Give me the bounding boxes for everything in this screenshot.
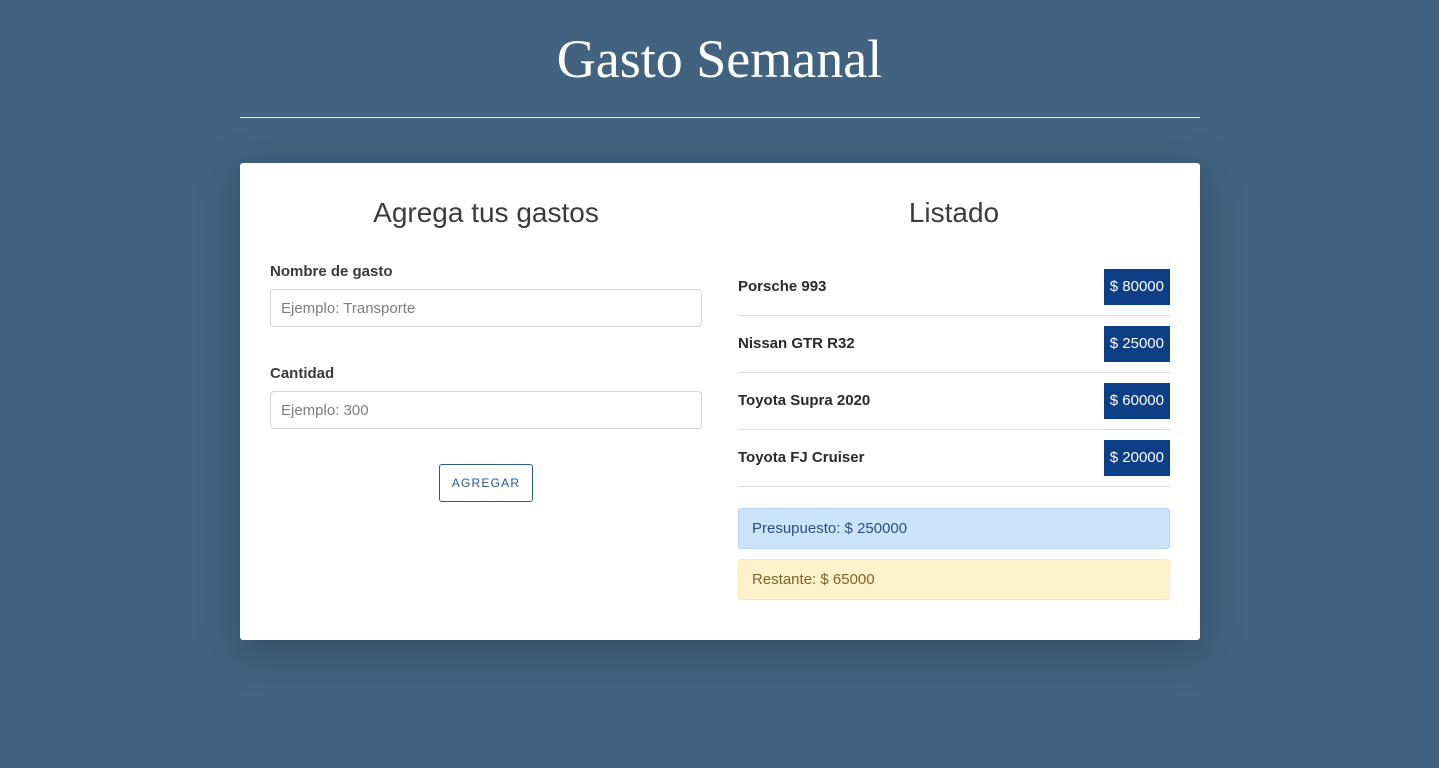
expense-amount-label: Cantidad bbox=[270, 365, 335, 382]
expense-item: Nissan GTR R32 $ 25000 bbox=[738, 316, 1170, 373]
expense-item-amount-badge: $ 80000 bbox=[1103, 269, 1170, 305]
expense-item-name: Toyota Supra 2020 bbox=[738, 392, 871, 409]
title-divider bbox=[240, 117, 1200, 118]
form-title: Agrega tus gastos bbox=[373, 197, 599, 228]
expense-item-amount-badge: $ 60000 bbox=[1103, 383, 1170, 419]
budget-alert: Presupuesto: $ 250000 bbox=[738, 508, 1170, 549]
expense-item: Toyota FJ Cruiser $ 20000 bbox=[738, 430, 1170, 487]
main-card: Agrega tus gastos Nombre de gasto Cantid… bbox=[240, 163, 1200, 640]
listing-title: Listado bbox=[908, 197, 1000, 228]
expense-amount-input[interactable] bbox=[270, 391, 702, 429]
expense-name-label: Nombre de gasto bbox=[270, 263, 393, 280]
expense-item-name: Toyota FJ Cruiser bbox=[738, 449, 865, 466]
expense-item: Porsche 993 $ 80000 bbox=[738, 259, 1170, 316]
expense-item-name: Porsche 993 bbox=[738, 278, 827, 295]
page-title: Gasto Semanal bbox=[556, 29, 883, 89]
add-expense-button[interactable]: Agregar bbox=[439, 464, 533, 502]
expense-item-name: Nissan GTR R32 bbox=[738, 335, 855, 352]
expense-name-input[interactable] bbox=[270, 289, 702, 327]
remaining-alert: Restante: $ 65000 bbox=[738, 559, 1170, 600]
expense-item-amount-badge: $ 20000 bbox=[1103, 440, 1170, 476]
expense-item-amount-badge: $ 25000 bbox=[1103, 326, 1170, 362]
expense-item: Toyota Supra 2020 $ 60000 bbox=[738, 373, 1170, 430]
expense-list: Porsche 993 $ 80000 Nissan GTR R32 $ 250… bbox=[738, 259, 1170, 487]
